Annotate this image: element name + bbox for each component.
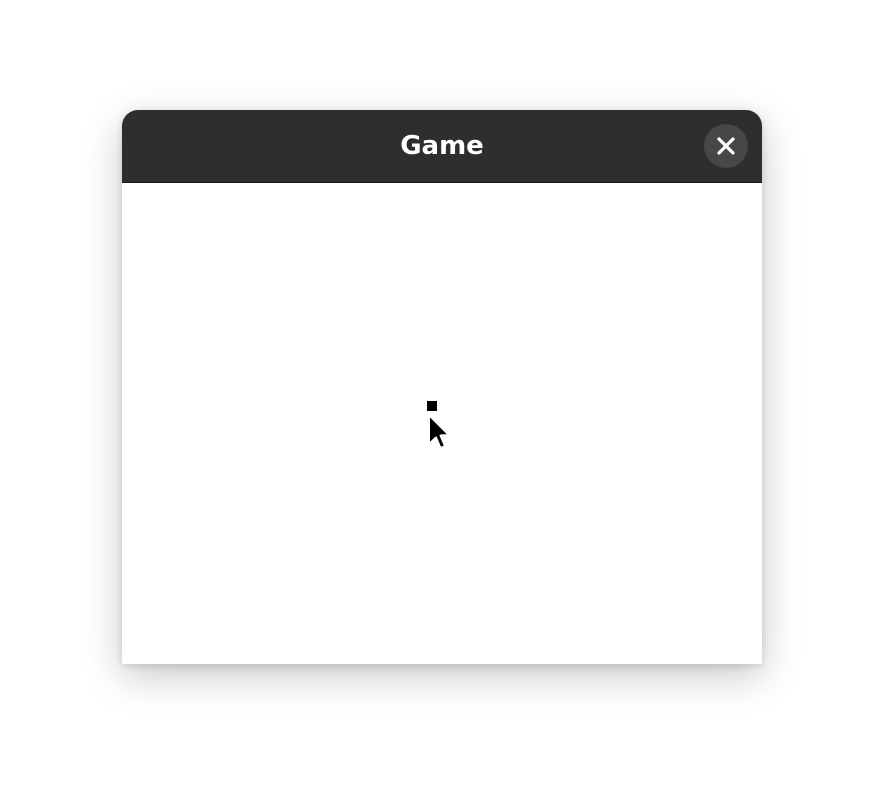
game-canvas[interactable] — [122, 183, 762, 664]
close-button[interactable] — [704, 124, 748, 168]
window-title: Game — [400, 131, 484, 161]
game-window: Game — [122, 110, 762, 664]
game-sprite — [427, 401, 437, 411]
title-bar[interactable]: Game — [122, 110, 762, 183]
close-icon — [717, 137, 735, 155]
